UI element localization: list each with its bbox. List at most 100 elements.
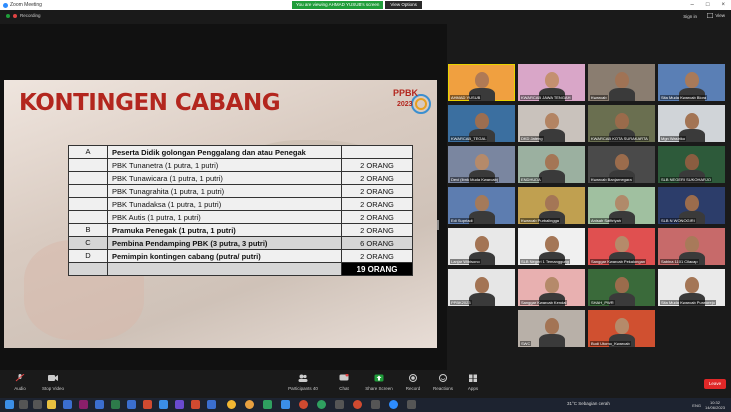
recording-label: Recording xyxy=(20,13,41,18)
search-icon[interactable] xyxy=(19,400,28,409)
app-icon[interactable] xyxy=(407,400,416,409)
whatsapp-icon[interactable] xyxy=(317,400,326,409)
participant-name: Kwarcab Purbalingga xyxy=(520,218,561,223)
stop-video-button[interactable]: Stop Video xyxy=(33,374,73,391)
participant-tile[interactable] xyxy=(448,310,515,347)
row-value xyxy=(341,145,413,159)
participant-tile[interactable]: KWARCAB_TEGAL xyxy=(448,105,515,142)
app-icon[interactable] xyxy=(281,400,290,409)
app-icon[interactable] xyxy=(175,400,184,409)
participants-count: 40 xyxy=(312,386,318,391)
task-view-icon[interactable] xyxy=(33,400,42,409)
participant-tile[interactable]: DKD Jateng xyxy=(518,105,585,142)
app-icon[interactable] xyxy=(263,400,272,409)
participant-tile[interactable]: PPBK2023 xyxy=(448,269,515,306)
participant-tile[interactable]: Kwarcab Purbalingga xyxy=(518,187,585,224)
participant-video-face xyxy=(544,72,559,88)
excel-icon[interactable] xyxy=(111,400,120,409)
view-options-button[interactable]: View Options xyxy=(385,1,422,9)
chrome-icon[interactable] xyxy=(227,400,236,409)
participant-tile[interactable]: SHAH_PWR xyxy=(588,269,655,306)
row-label: PBK Tunagrahita (1 putra, 1 putri) xyxy=(107,184,342,198)
video-camera-icon xyxy=(48,375,58,381)
split-handle[interactable] xyxy=(437,220,439,230)
participant-name: Lanjar Wibisono xyxy=(450,259,481,264)
chat-button[interactable]: Chat xyxy=(324,373,364,391)
participant-tile[interactable]: Sita Muda Kwarcab Blora xyxy=(658,64,725,101)
app-icon[interactable] xyxy=(127,400,136,409)
powerpoint-icon[interactable] xyxy=(143,400,152,409)
row-letter xyxy=(68,184,108,198)
record-dot-icon xyxy=(13,13,17,18)
participant-name: SLB NEGERI SUKOHARJO xyxy=(660,177,713,182)
participant-tile[interactable]: Sabina 1101 Cilacap xyxy=(658,228,725,265)
participants-button[interactable]: Participants 40 xyxy=(283,374,323,391)
participant-tile[interactable]: SLB NEGERI SUKOHARJO xyxy=(658,146,725,183)
windows-taskbar: 31°C Sebagian cerah ENG 10:32 14/06/2023 xyxy=(0,398,731,412)
row-letter: D xyxy=(68,249,108,263)
sign-in-link[interactable]: Sign in xyxy=(683,14,697,19)
participant-tile[interactable]: Mgn Wasiriko xyxy=(658,105,725,142)
leave-button[interactable]: Leave xyxy=(704,379,726,389)
participant-tile[interactable]: Devi (Ibnk Muda Kwarcab) xyxy=(448,146,515,183)
app-icon[interactable] xyxy=(207,400,216,409)
presentation-slide: KONTINGEN CABANG PPBK 2023 A Peserta Didi… xyxy=(4,80,437,348)
participant-name: DKD Jateng xyxy=(520,136,544,141)
participant-name: Kwarcab xyxy=(590,95,608,100)
table-row: D Pemimpin kontingen cabang (putra/ putri… xyxy=(68,249,413,263)
weather-widget[interactable]: 31°C Sebagian cerah xyxy=(567,401,610,406)
app-icon[interactable] xyxy=(335,400,344,409)
windows-start-icon[interactable] xyxy=(5,400,14,409)
participant-name: SLB Negeri 1 Temanggung xyxy=(520,259,570,264)
participant-tile[interactable]: Edi Supriadi xyxy=(448,187,515,224)
app-icon[interactable] xyxy=(299,400,308,409)
maximize-button[interactable]: □ xyxy=(706,2,710,8)
participant-tile[interactable]: Sita Muda Kwarcab Purworejo xyxy=(658,269,725,306)
word-icon[interactable] xyxy=(63,400,72,409)
recording-indicator[interactable]: Recording xyxy=(6,13,41,18)
premiere-icon[interactable] xyxy=(79,400,88,409)
participant-tile[interactable]: SWC xyxy=(518,310,585,347)
participant-tile[interactable]: SLB Negeri 1 Temanggung xyxy=(518,228,585,265)
participant-tile[interactable]: KWARCAB JAWA TENGAH xyxy=(518,64,585,101)
apps-button[interactable]: Apps xyxy=(453,374,493,391)
participant-tile[interactable]: Budi Utomo_Kwarcab xyxy=(588,310,655,347)
zoom-icon[interactable] xyxy=(389,400,398,409)
app-icon[interactable] xyxy=(371,400,380,409)
table-row: PBK Tunadaksa (1 putra, 1 putri) 2 ORANG xyxy=(68,197,413,211)
table-row: PBK Tunanetra (1 putra, 1 putri) 2 ORANG xyxy=(68,158,413,172)
participant-tile[interactable]: ENDHUDA xyxy=(518,146,585,183)
participant-tile[interactable]: Anisah Safitriyah xyxy=(588,187,655,224)
participant-tile[interactable]: Kwarcab xyxy=(588,64,655,101)
file-explorer-icon[interactable] xyxy=(47,400,56,409)
browser-icon[interactable] xyxy=(245,400,254,409)
language-indicator[interactable]: ENG xyxy=(692,403,701,408)
minimize-button[interactable]: – xyxy=(691,2,694,8)
participant-tile[interactable]: SLB N WONOGIRI xyxy=(658,187,725,224)
split-divider[interactable] xyxy=(443,24,447,370)
app-icon[interactable] xyxy=(191,400,200,409)
view-button[interactable]: View xyxy=(707,13,725,18)
word-icon[interactable] xyxy=(95,400,104,409)
participant-tile[interactable]: Sanggar Kwarcab Pekalongan xyxy=(588,228,655,265)
total-row: 19 ORANG xyxy=(68,262,413,276)
row-letter: B xyxy=(68,223,108,237)
clock[interactable]: 10:32 14/06/2023 xyxy=(705,400,725,410)
participant-tile[interactable]: Lanjar Wibisono xyxy=(448,228,515,265)
participant-name: SHAH_PWR xyxy=(590,300,615,305)
app-icon[interactable] xyxy=(353,400,362,409)
app-icon[interactable] xyxy=(159,400,168,409)
participant-tile[interactable]: Sanggar Kwarcab Kendal xyxy=(518,269,585,306)
slide-title: KONTINGEN CABANG xyxy=(19,90,281,116)
record-icon xyxy=(409,374,417,382)
participant-tile[interactable]: Kwarcab Banjarnegara xyxy=(588,146,655,183)
participant-video-face xyxy=(474,277,489,293)
participant-tile[interactable]: AHMAD YUSUB xyxy=(448,64,515,101)
contingent-table: A Peserta Didik golongan Penggalang dan a… xyxy=(68,145,413,276)
participant-video-face xyxy=(474,195,489,211)
participant-tile[interactable]: KWARCAB KOTA SURAKARTA xyxy=(588,105,655,142)
participant-name: PPBK2023 xyxy=(450,300,472,305)
shared-screen: KONTINGEN CABANG PPBK 2023 A Peserta Didi… xyxy=(0,24,443,370)
close-button[interactable]: × xyxy=(721,2,725,8)
participant-video-face xyxy=(614,318,629,334)
